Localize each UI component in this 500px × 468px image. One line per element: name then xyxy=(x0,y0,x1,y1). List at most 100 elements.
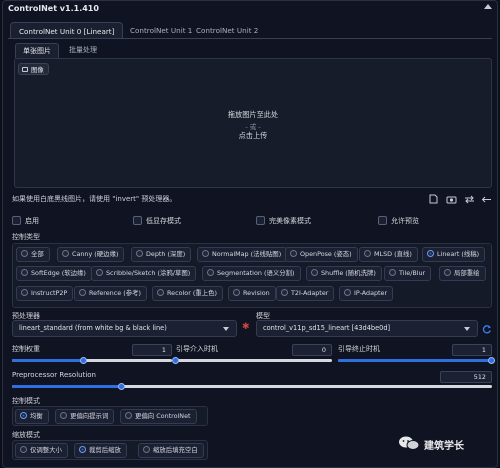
radio-dot xyxy=(21,250,28,257)
radio-dot xyxy=(389,269,396,276)
click-upload-text[interactable]: 点击上传 xyxy=(14,131,492,141)
resize-mode-just-resize[interactable]: 仅调整大小 xyxy=(15,443,68,458)
document-icon[interactable] xyxy=(429,194,438,204)
resize-mode-resize-fill[interactable]: 缩放后填充空白 xyxy=(138,443,204,458)
low-vram-label: 低显存模式 xyxy=(146,217,181,225)
control-type-t2i-adapter[interactable]: T2I-Adapter xyxy=(276,286,335,301)
control-type-revision[interactable]: Revision xyxy=(228,286,276,301)
control-type-all[interactable]: 全部 xyxy=(16,247,50,262)
radio-dot xyxy=(79,289,86,296)
end-input[interactable]: 1 xyxy=(452,344,492,356)
model-select[interactable]: control_v11p_sd15_lineart [43d4be0d] xyxy=(256,320,478,337)
radio-dot xyxy=(202,250,209,257)
control-type-recolor[interactable]: Recolor (重上色) xyxy=(152,286,224,301)
control-type-softedge[interactable]: SoftEdge (软边缘) xyxy=(16,266,92,281)
radio-dot xyxy=(444,269,451,276)
image-label: 图像 xyxy=(18,63,49,75)
radio-dot xyxy=(21,289,28,296)
swap-icon[interactable] xyxy=(464,195,475,204)
tab-divider xyxy=(8,38,492,39)
fire-icon[interactable]: ✱ xyxy=(242,322,250,332)
radio-dot xyxy=(60,412,67,419)
control-mode-label: 控制模式 xyxy=(12,397,40,405)
resize-mode-crop-resize[interactable]: 裁剪后缩放 xyxy=(74,443,127,458)
control-type-label: 控制类型 xyxy=(12,233,40,241)
radio-dot xyxy=(290,250,297,257)
invert-note: 如果使用白底黑线图片，请使用 "invert" 预处理器。 xyxy=(12,195,177,203)
radio-dot xyxy=(143,446,150,453)
control-type-openpose[interactable]: OpenPose (姿态) xyxy=(285,247,358,262)
control-type-normalmap[interactable]: NormalMap (法线贴图) xyxy=(197,247,288,262)
pixel-perfect-label: 完美像素模式 xyxy=(269,217,311,225)
radio-dot-selected xyxy=(20,412,27,419)
radio-dot xyxy=(364,250,371,257)
resolution-input[interactable]: 512 xyxy=(440,371,492,383)
resolution-label: Preprocessor Resolution xyxy=(12,371,96,379)
tab-unit-2[interactable]: ControlNet Unit 2 xyxy=(188,22,266,39)
radio-dot xyxy=(62,250,69,257)
wechat-logo-icon xyxy=(399,436,420,450)
control-type-mlsd[interactable]: MLSD (直线) xyxy=(359,247,418,262)
radio-dot xyxy=(20,446,27,453)
control-mode-prompt[interactable]: 更偏向提示词 xyxy=(55,409,115,424)
radio-dot-selected xyxy=(79,446,86,453)
radio-dot xyxy=(21,269,28,276)
drop-here-text: 拖放图片至此处 xyxy=(227,110,279,119)
chevron-down-icon xyxy=(464,327,470,331)
control-type-instructp2p[interactable]: InstructP2P xyxy=(16,286,74,301)
radio-dot xyxy=(157,289,164,296)
control-type-shuffle[interactable]: Shuffle (随机洗牌) xyxy=(306,266,382,281)
radio-dot xyxy=(281,289,288,296)
radio-dot xyxy=(311,269,318,276)
pixel-perfect-checkbox[interactable] xyxy=(256,216,265,225)
allow-preview-checkbox[interactable] xyxy=(378,216,387,225)
control-mode-balanced[interactable]: 均衡 xyxy=(15,409,49,424)
watermark-text: 建筑学长 xyxy=(424,441,464,452)
radio-dot xyxy=(125,412,132,419)
control-type-reference[interactable]: Reference (参考) xyxy=(74,286,147,301)
panel-title: ControlNet v1.1.410 xyxy=(8,4,99,13)
end-thumb[interactable] xyxy=(488,357,495,364)
low-vram-checkbox[interactable] xyxy=(133,216,142,225)
control-mode-controlnet[interactable]: 更偏向 ControlNet xyxy=(120,409,197,424)
resolution-fill xyxy=(12,385,123,388)
preprocessor-select[interactable]: lineart_standard (from white bg & black … xyxy=(12,320,237,337)
radio-dot xyxy=(233,289,240,296)
control-type-scribble[interactable]: Scribble/Sketch (涂鸦/草图) xyxy=(91,266,197,281)
radio-dot xyxy=(96,269,103,276)
weight-fill xyxy=(12,359,84,362)
start-track[interactable] xyxy=(176,359,332,362)
resize-mode-label: 缩放模式 xyxy=(12,431,40,439)
start-label: 引导介入时机 xyxy=(176,345,218,353)
control-type-depth[interactable]: Depth (深度) xyxy=(131,247,192,262)
collapse-icon[interactable] xyxy=(484,4,492,9)
enable-label: 启用 xyxy=(25,217,39,225)
control-type-lineart[interactable]: Lineart (线稿) xyxy=(422,247,486,262)
radio-dot xyxy=(136,250,143,257)
end-fill xyxy=(338,359,492,362)
radio-dot xyxy=(207,269,214,276)
image-icon xyxy=(22,67,28,72)
weight-thumb[interactable] xyxy=(80,357,87,364)
control-type-canny[interactable]: Canny (硬边缘) xyxy=(57,247,125,262)
allow-preview-label: 允许预览 xyxy=(391,217,419,225)
start-thumb[interactable] xyxy=(172,357,179,364)
tab-batch[interactable]: 批量处理 xyxy=(62,43,104,58)
radio-dot xyxy=(344,289,351,296)
tab-single-image[interactable]: 单张图片 xyxy=(15,43,59,58)
enable-checkbox[interactable] xyxy=(12,216,21,225)
control-type-ip-adapter[interactable]: IP-Adapter xyxy=(339,286,394,301)
control-type-inpaint[interactable]: 局部重绘 xyxy=(439,266,486,281)
weight-input[interactable]: 1 xyxy=(132,344,172,356)
control-type-tile[interactable]: Tile/Blur xyxy=(384,266,432,281)
tab-unit-0[interactable]: ControlNet Unit 0 [Lineart] xyxy=(10,22,124,39)
start-input[interactable]: 0 xyxy=(292,344,332,356)
chevron-down-icon xyxy=(223,327,229,331)
control-type-segmentation[interactable]: Segmentation (语义分割) xyxy=(202,266,301,281)
radio-dot-selected xyxy=(427,250,434,257)
weight-label: 控制权重 xyxy=(12,345,40,353)
refresh-icon[interactable] xyxy=(482,324,492,334)
end-label: 引导终止时机 xyxy=(338,345,380,353)
back-arrow-icon[interactable] xyxy=(481,195,492,204)
camera-icon[interactable] xyxy=(446,195,457,204)
